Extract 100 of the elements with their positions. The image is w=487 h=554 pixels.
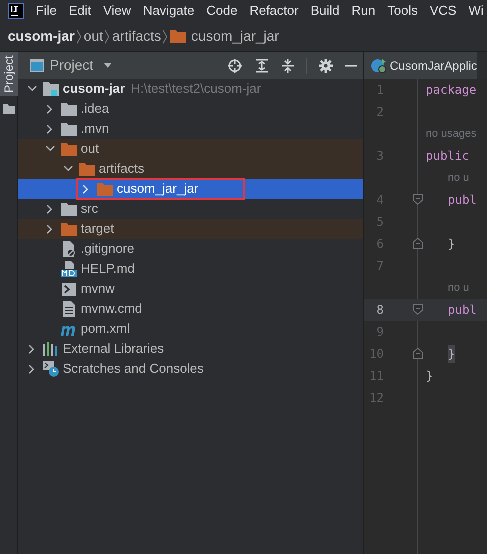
chevron-down-icon[interactable] [46, 146, 54, 152]
panel-title: Project [50, 56, 94, 75]
fold-marker-icon[interactable] [413, 348, 424, 360]
window-icon [30, 59, 44, 72]
editor-tab[interactable]: CusomJarApplic [364, 52, 478, 79]
line-number: 1 [376, 82, 384, 99]
tree-item-label: .gitignore [81, 240, 134, 258]
menu-item[interactable]: Run [352, 1, 376, 21]
expand-all-icon[interactable] [256, 58, 268, 72]
settings-icon[interactable] [319, 58, 333, 72]
tree-row[interactable]: .idea [18, 99, 363, 119]
breadcrumb-item[interactable]: cusom-jar [8, 26, 75, 47]
menu-item[interactable]: Refactor [250, 1, 299, 21]
module-path: H:\test\test2\cusom-jar [131, 80, 262, 98]
chevron-down-icon[interactable] [28, 86, 36, 92]
tree-item-label: .mvn [81, 120, 110, 138]
chevron-icon [105, 30, 110, 44]
usage-hint: no usages [426, 126, 477, 142]
menu-item[interactable]: Wi [468, 1, 484, 21]
tree-item-label: pom.xml [81, 320, 130, 338]
tree-item-label: cusom-jar [63, 80, 126, 98]
tree-item-label: mvnw.cmd [81, 300, 142, 318]
fold-marker-icon[interactable] [413, 238, 424, 250]
menu-item[interactable]: View [103, 1, 132, 21]
tree-item-label: Scratches and Consoles [63, 360, 204, 378]
tree-row[interactable]: cusom-jar H:\test\test2\cusom-jar [18, 79, 363, 99]
chevron-right-icon[interactable] [29, 364, 35, 374]
menu-item[interactable]: Navigate [143, 1, 195, 21]
tree-item-label: out [81, 140, 100, 158]
chevron-right-icon[interactable] [29, 344, 35, 354]
code-keyword: public [426, 148, 470, 165]
menu-item[interactable]: Edit [68, 1, 92, 21]
tree-row[interactable]: .gitignore [18, 239, 363, 259]
line-number: 8 [376, 302, 384, 319]
menu-item[interactable]: VCS [430, 1, 457, 21]
tree-row[interactable]: mvnw [18, 279, 363, 299]
breadcrumb-item[interactable]: out [84, 26, 104, 47]
markdown-file-icon [61, 261, 77, 277]
breadcrumb-item[interactable]: artifacts [112, 26, 162, 47]
chevron-down-icon[interactable] [64, 166, 72, 172]
usage-hint: no u [448, 280, 470, 296]
dropdown-caret-icon[interactable] [104, 63, 112, 68]
app-logo-icon [8, 3, 24, 19]
line-number: 6 [376, 236, 384, 253]
tree-item-label: cusom_jar_jar [117, 180, 199, 198]
text-file-icon [63, 301, 75, 317]
ignored-file-icon [62, 241, 76, 257]
code-keyword: package [426, 82, 477, 99]
line-number: 9 [376, 324, 384, 341]
usage-hint: no u [448, 170, 470, 186]
tree-row[interactable]: mvnw.cmd [18, 299, 363, 319]
line-number: 3 [376, 148, 384, 165]
code-keyword: publ [448, 192, 477, 209]
folder-icon [170, 30, 186, 43]
code-brace: } [448, 345, 456, 363]
folder-icon [61, 122, 77, 136]
tree-row[interactable]: target [18, 219, 363, 239]
line-number: 7 [376, 258, 384, 275]
tree-row[interactable]: External Libraries [18, 339, 363, 359]
fold-marker-icon[interactable] [413, 304, 424, 316]
module-folder-icon [43, 82, 59, 96]
tree-item-label: HELP.md [81, 260, 135, 278]
menu-item[interactable]: Code [206, 1, 238, 21]
tree-item-label: External Libraries [63, 340, 164, 358]
tree-row[interactable]: Scratches and Consoles [18, 359, 363, 379]
tree-row[interactable]: src [18, 199, 363, 219]
chevron-right-icon[interactable] [47, 104, 53, 114]
project-tool-tab[interactable]: Project [0, 52, 18, 96]
tree-row[interactable]: out [18, 139, 363, 159]
menu-item[interactable]: File [36, 1, 57, 21]
code-keyword: publ [448, 302, 477, 319]
fold-marker-icon[interactable] [413, 194, 424, 206]
chevron-right-icon[interactable] [47, 204, 53, 214]
chevron-right-icon[interactable] [47, 224, 53, 234]
tab-title: CusomJarApplic [390, 58, 478, 74]
folder-icon [79, 162, 95, 176]
class-icon [371, 58, 387, 74]
locate-icon[interactable] [228, 58, 242, 72]
chevron-right-icon[interactable] [47, 124, 53, 134]
line-number: 10 [368, 346, 384, 363]
menu-item[interactable]: Build [310, 1, 340, 21]
tree-row[interactable]: cusom_jar_jar [18, 179, 363, 199]
tree-item-label: target [81, 220, 114, 238]
tree-row[interactable]: .mvn [18, 119, 363, 139]
tree-row[interactable]: pom.xml [18, 319, 363, 339]
tree-item-label: mvnw [81, 280, 115, 298]
breadcrumb-item[interactable]: cusom_jar_jar [191, 26, 280, 47]
collapse-all-icon[interactable] [282, 58, 294, 72]
folder-icon [97, 182, 113, 196]
tree-row[interactable]: artifacts [18, 159, 363, 179]
chevron-icon [163, 30, 168, 44]
folder-icon [61, 202, 77, 216]
menu-item[interactable]: Tools [388, 1, 418, 21]
line-number: 2 [376, 104, 384, 121]
tree-item-label: .idea [81, 100, 110, 118]
line-number: 5 [376, 214, 384, 231]
folder-icon [2, 104, 14, 114]
tree-row[interactable]: HELP.md [18, 259, 363, 279]
line-number: 12 [368, 390, 384, 407]
code-brace: } [426, 368, 434, 385]
